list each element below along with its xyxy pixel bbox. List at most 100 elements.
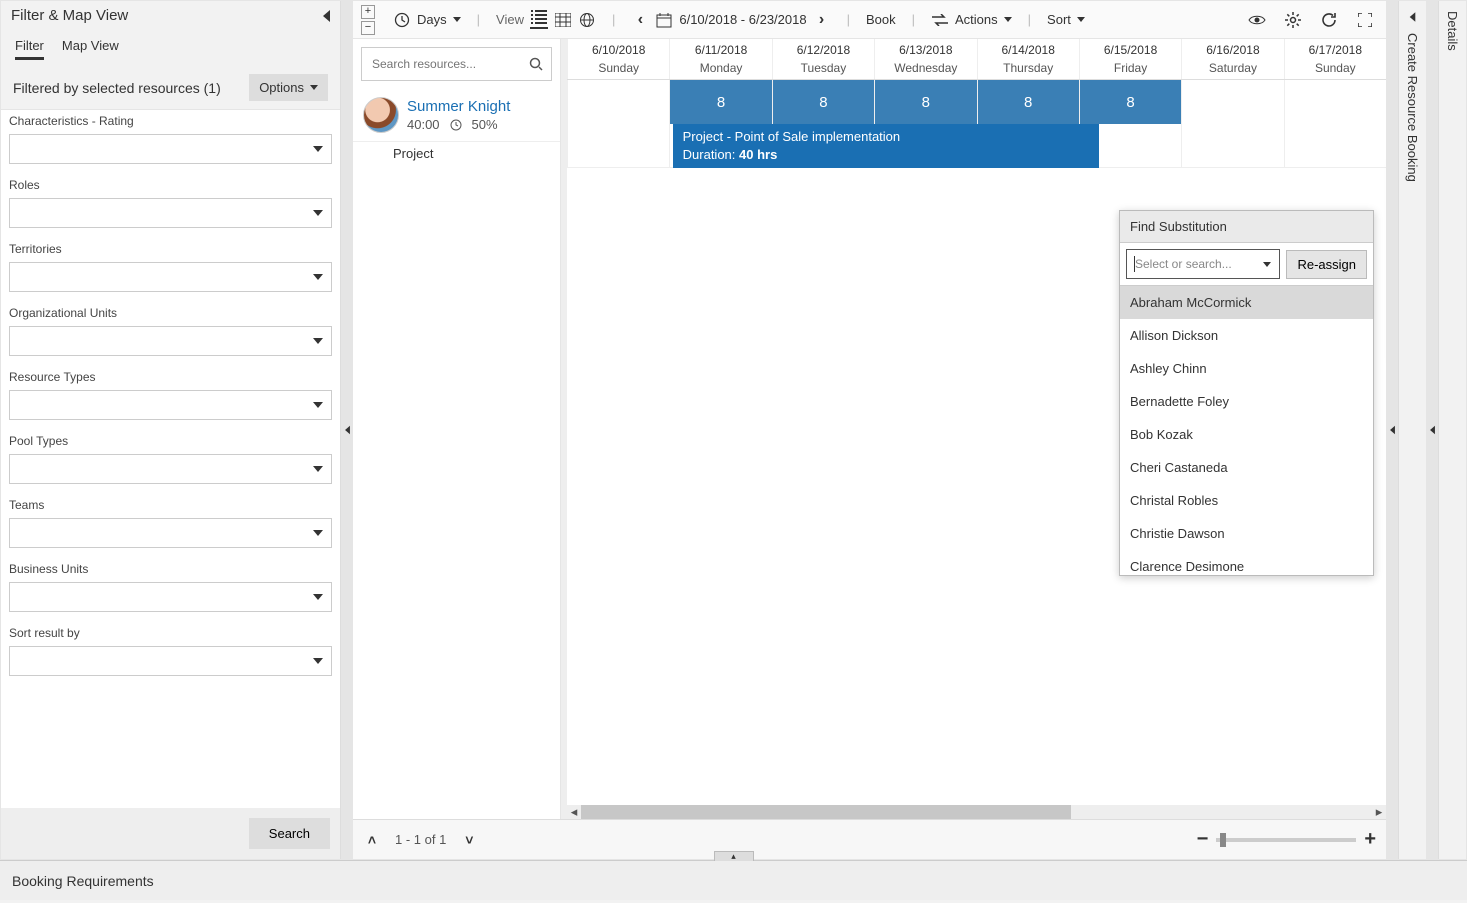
capacity-badge: 8	[670, 80, 771, 124]
substitution-option[interactable]: Ashley Chinn	[1120, 352, 1373, 385]
tab-filter[interactable]: Filter	[15, 34, 44, 60]
actions-dropdown[interactable]: Actions	[955, 12, 998, 27]
search-icon[interactable]	[529, 55, 543, 73]
substitution-option[interactable]: Allison Dickson	[1120, 319, 1373, 352]
calendar-cell[interactable]	[567, 124, 669, 168]
filter-select[interactable]	[9, 518, 332, 548]
gear-icon[interactable]	[1284, 11, 1302, 29]
reassign-button[interactable]: Re-assign	[1286, 250, 1367, 279]
chevron-down-icon	[313, 274, 323, 280]
search-button[interactable]: Search	[249, 818, 330, 849]
filter-select[interactable]	[9, 198, 332, 228]
calendar-cell[interactable]	[1284, 124, 1386, 168]
zoom-control[interactable]: − +	[1197, 828, 1376, 851]
filter-select[interactable]	[9, 134, 332, 164]
substitution-option[interactable]: Bernadette Foley	[1120, 385, 1373, 418]
calendar-cell[interactable]: 8	[669, 80, 771, 124]
project-bar[interactable]: Project - Point of Sale implementation D…	[673, 124, 1099, 168]
substitution-option[interactable]: Cheri Castaneda	[1120, 451, 1373, 484]
next-range-icon[interactable]: ›	[813, 11, 831, 29]
calendar-cell[interactable]: 8	[874, 80, 976, 124]
right-resize-grip[interactable]	[1386, 1, 1398, 859]
pager-down-icon[interactable]: ˅	[460, 831, 478, 849]
pager-up-icon[interactable]: ˄	[363, 831, 381, 849]
filter-select[interactable]	[9, 582, 332, 612]
calendar-hscrollbar[interactable]: ◂ ▸	[567, 805, 1386, 819]
grid-view-icon[interactable]	[554, 11, 572, 29]
substitution-title: Find Substitution	[1120, 211, 1373, 243]
chevron-down-icon	[313, 338, 323, 344]
capacity-badge: 8	[773, 80, 874, 124]
calendar-cell[interactable]	[1181, 80, 1283, 124]
calendar-day-header: 6/16/2018Saturday	[1181, 39, 1283, 79]
calendar-day-header: 6/13/2018Wednesday	[874, 39, 976, 79]
chevron-down-icon	[1004, 17, 1012, 22]
expand-bottom-icon[interactable]: ▴	[714, 851, 754, 861]
calendar-cell[interactable]: 8	[977, 80, 1079, 124]
toolbar: + − Days | View	[353, 1, 1386, 39]
create-booking-rail[interactable]: Create Resource Booking	[1398, 1, 1426, 859]
date-range[interactable]: 6/10/2018 - 6/23/2018	[679, 12, 806, 27]
resource-hours: 40:00	[407, 117, 440, 132]
resource-row[interactable]: Summer Knight 40:00 50%	[353, 89, 560, 142]
zoom-out-button[interactable]: −	[1197, 828, 1209, 851]
filter-label: Characteristics - Rating	[9, 114, 332, 128]
refresh-icon[interactable]	[1320, 11, 1338, 29]
zoom-slider[interactable]	[1216, 838, 1356, 842]
clock-icon	[393, 11, 411, 29]
substitution-option[interactable]: Christie Dawson	[1120, 517, 1373, 550]
zoom-in-button[interactable]: +	[1364, 828, 1376, 851]
calendar-cell[interactable]: 8	[1079, 80, 1181, 124]
swap-icon	[931, 11, 949, 29]
left-resize-grip[interactable]	[341, 1, 353, 859]
substitution-option[interactable]: Christal Robles	[1120, 484, 1373, 517]
prev-range-icon[interactable]: ‹	[631, 11, 649, 29]
pager-text: 1 - 1 of 1	[395, 832, 446, 847]
chevron-down-icon	[313, 658, 323, 664]
filter-label: Sort result by	[9, 626, 332, 640]
book-button[interactable]: Book	[866, 12, 896, 27]
substitution-option[interactable]: Bob Kozak	[1120, 418, 1373, 451]
right-resize-grip-2[interactable]	[1426, 1, 1438, 859]
substitution-option[interactable]: Clarence Desimone	[1120, 550, 1373, 575]
chevron-down-icon	[313, 594, 323, 600]
options-button[interactable]: Options	[249, 74, 328, 101]
substitution-select[interactable]: Select or search...	[1126, 249, 1280, 279]
fullscreen-icon[interactable]	[1356, 11, 1374, 29]
chevron-down-icon	[313, 210, 323, 216]
chevron-down-icon	[310, 85, 318, 90]
calendar-day-header: 6/14/2018Thursday	[977, 39, 1079, 79]
expand-all-button[interactable]: +	[361, 5, 375, 19]
collapse-left-icon[interactable]	[323, 10, 330, 22]
filter-panel-title: Filter & Map View	[11, 7, 128, 24]
resource-search[interactable]	[361, 47, 552, 81]
list-view-icon[interactable]	[530, 11, 548, 29]
eye-icon[interactable]	[1248, 11, 1266, 29]
collapse-all-button[interactable]: −	[361, 21, 375, 35]
avatar	[363, 97, 399, 133]
filter-select[interactable]	[9, 326, 332, 356]
calendar-icon[interactable]	[655, 11, 673, 29]
filter-select[interactable]	[9, 390, 332, 420]
search-input[interactable]	[370, 56, 529, 72]
globe-view-icon[interactable]	[578, 11, 596, 29]
calendar-cell[interactable]: 8	[772, 80, 874, 124]
substitution-option[interactable]: Abraham McCormick	[1120, 286, 1373, 319]
filter-select[interactable]	[9, 262, 332, 292]
calendar-cell[interactable]	[567, 80, 669, 124]
substitution-list[interactable]: Abraham McCormickAllison DicksonAshley C…	[1120, 285, 1373, 575]
tab-map-view[interactable]: Map View	[62, 34, 119, 60]
resource-name[interactable]: Summer Knight	[407, 98, 510, 115]
sort-dropdown[interactable]: Sort	[1047, 12, 1071, 27]
capacity-badge: 8	[875, 80, 976, 124]
calendar-cell[interactable]	[1181, 124, 1283, 168]
capacity-badge: 8	[1080, 80, 1181, 124]
calendar-cell[interactable]	[1284, 80, 1386, 124]
details-rail[interactable]: Details	[1438, 1, 1466, 859]
filter-select[interactable]	[9, 646, 332, 676]
days-dropdown[interactable]: Days	[417, 12, 447, 27]
filter-select[interactable]	[9, 454, 332, 484]
substitution-popup: Find Substitution Select or search... Re…	[1119, 210, 1374, 576]
filtered-summary: Filtered by selected resources (1)	[13, 80, 221, 96]
chevron-down-icon	[313, 530, 323, 536]
